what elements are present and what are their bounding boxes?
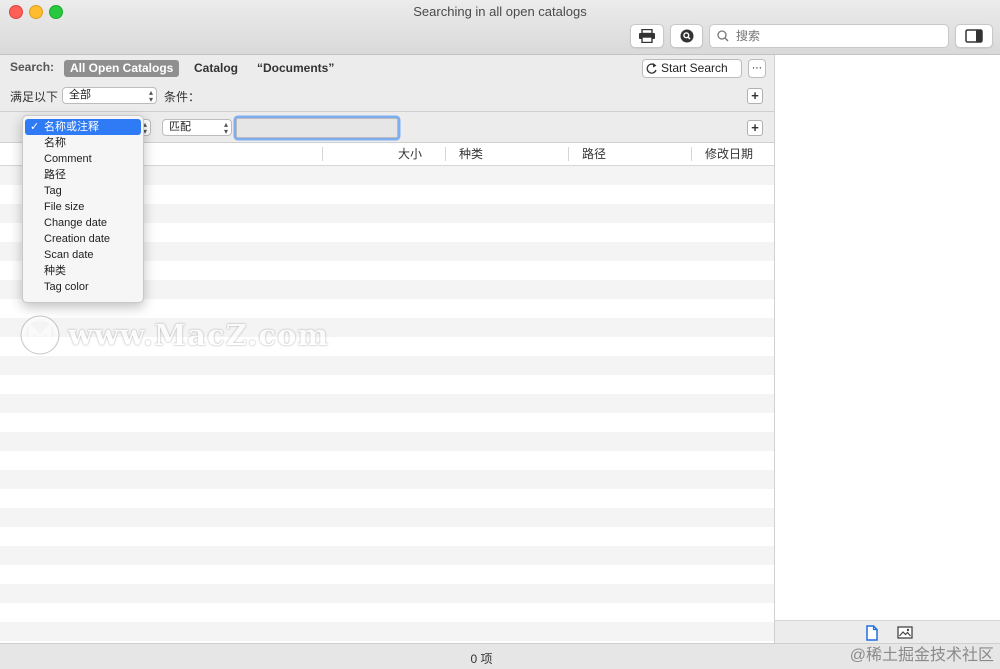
column-size[interactable]: 大小 <box>398 143 422 165</box>
operator-popup[interactable]: 匹配 ▴ ▾ <box>162 119 232 136</box>
column-kind[interactable]: 种类 <box>459 143 483 165</box>
sidebar-toggle-icon <box>965 29 983 43</box>
field-menu-item-label: Change date <box>44 217 107 229</box>
table-row[interactable] <box>0 546 774 565</box>
table-row[interactable] <box>0 375 774 394</box>
popup-arrows-icon: ▴ ▾ <box>223 120 228 136</box>
add-rule-group-button[interactable]: + <box>747 88 763 104</box>
table-row[interactable] <box>0 413 774 432</box>
checkmark-icon: ✓ <box>30 121 40 133</box>
table-row[interactable] <box>0 356 774 375</box>
table-row[interactable] <box>0 470 774 489</box>
refresh-icon <box>646 63 657 74</box>
watermark-text: www.MacZ.com <box>68 318 330 352</box>
popup-arrows-icon: ▴ ▾ <box>148 88 153 104</box>
field-dropdown-menu: ✓ 名称或注释名称 Comment 路径 Tag File size Change date… <box>22 115 144 303</box>
table-row[interactable] <box>0 622 774 641</box>
field-menu-item-label: Tag color <box>44 281 89 293</box>
criterion-value-input[interactable] <box>236 118 398 138</box>
search-icon <box>717 30 729 42</box>
more-options-button[interactable]: ⋯ <box>748 59 766 78</box>
search-input[interactable] <box>734 28 938 44</box>
field-menu-item[interactable]: Change date <box>23 215 143 231</box>
table-row[interactable] <box>0 489 774 508</box>
field-menu-item-label: 名称 <box>44 137 66 149</box>
table-row[interactable] <box>0 451 774 470</box>
field-menu-item[interactable]: ✓ 名称或注释 <box>25 119 141 135</box>
scope-catalog[interactable]: Catalog <box>188 60 244 77</box>
field-menu-item[interactable]: Tag color <box>23 279 143 295</box>
document-icon[interactable] <box>865 625 879 641</box>
field-menu-item-label: Scan date <box>44 249 94 261</box>
field-menu-item[interactable]: 种类 <box>23 263 143 279</box>
field-menu-item[interactable]: Tag <box>23 183 143 199</box>
search-scope-label: Search: <box>10 60 55 74</box>
start-search-label: Start Search <box>661 61 728 75</box>
toggle-sidebar-button[interactable] <box>955 24 993 48</box>
search-scope-bar: Search: All Open Catalogs Catalog “Docum… <box>0 55 774 112</box>
field-menu-item[interactable]: Comment <box>23 151 143 167</box>
source-credit: @稀土掘金技术社区 <box>849 647 994 664</box>
toolbar-search-field[interactable] <box>709 24 949 48</box>
printer-icon <box>639 29 655 43</box>
item-count: 0 项 <box>470 652 493 666</box>
field-menu-item-label: File size <box>44 201 85 213</box>
column-separator <box>322 147 323 161</box>
field-menu-item-label: 路径 <box>44 169 66 181</box>
operator-value: 匹配 <box>169 121 191 133</box>
start-search-button[interactable]: Start Search <box>642 59 742 78</box>
window-title: Searching in all open catalogs <box>413 4 587 19</box>
preview-sidebar <box>774 55 1000 643</box>
table-row[interactable] <box>0 432 774 451</box>
table-row[interactable] <box>0 584 774 603</box>
match-label: 满足以下 <box>10 90 59 104</box>
table-row[interactable] <box>0 394 774 413</box>
table-row[interactable] <box>0 508 774 527</box>
add-criterion-button[interactable]: + <box>747 120 763 136</box>
macz-watermark: www.MacZ.com <box>20 315 329 355</box>
match-all-popup[interactable]: 全部 ▴ ▾ <box>62 87 157 104</box>
field-menu-item-label: Creation date <box>44 233 111 245</box>
quick-look-button[interactable] <box>670 24 703 48</box>
field-menu-item[interactable]: Scan date <box>23 247 143 263</box>
scope-all-open-catalogs[interactable]: All Open Catalogs <box>64 60 180 77</box>
field-menu-item-label: 名称或注释 <box>44 121 99 133</box>
image-preview-icon[interactable] <box>897 626 913 640</box>
column-separator <box>568 147 569 161</box>
field-menu-item[interactable]: 路径 <box>23 167 143 183</box>
table-row[interactable] <box>0 603 774 622</box>
field-menu-item-label: 种类 <box>44 265 66 277</box>
conditions-suffix-label: 条件： <box>164 90 201 104</box>
field-menu-item-label: Tag <box>44 185 62 197</box>
table-row[interactable] <box>0 565 774 584</box>
column-path[interactable]: 路径 <box>582 143 606 165</box>
table-row[interactable] <box>0 527 774 546</box>
macz-logo-icon <box>20 315 60 355</box>
field-menu-item[interactable]: Creation date <box>23 231 143 247</box>
field-menu-item[interactable]: File size <box>23 199 143 215</box>
column-separator <box>691 147 692 161</box>
magnifier-circle-icon <box>680 29 693 43</box>
scope-documents[interactable]: “Documents” <box>251 60 340 77</box>
title-bar: Searching in all open catalogs <box>0 0 1000 55</box>
column-separator <box>445 147 446 161</box>
match-all-value: 全部 <box>69 89 91 101</box>
field-menu-item-label: Comment <box>44 153 92 165</box>
field-menu-item[interactable]: 名称 <box>23 135 143 151</box>
column-modified-date[interactable]: 修改日期 <box>705 143 753 165</box>
print-button[interactable] <box>630 24 664 48</box>
